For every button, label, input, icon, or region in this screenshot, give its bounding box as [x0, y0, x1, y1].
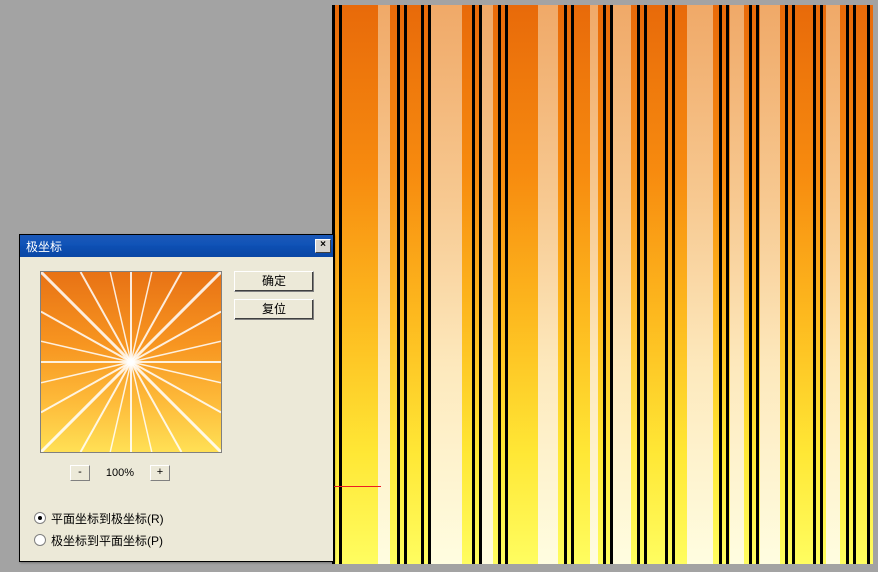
black-stripe: [644, 5, 647, 564]
black-stripe: [756, 5, 759, 564]
black-stripe: [726, 5, 729, 564]
black-stripe: [637, 5, 640, 564]
light-stripe: [430, 5, 462, 564]
ok-button[interactable]: 确定: [234, 271, 314, 292]
zoom-out-button[interactable]: -: [70, 465, 90, 481]
light-stripe: [730, 5, 744, 564]
black-stripe: [397, 5, 400, 564]
black-stripe: [792, 5, 795, 564]
black-stripe: [610, 5, 613, 564]
zoom-in-button[interactable]: +: [150, 465, 170, 481]
black-stripe: [846, 5, 849, 564]
black-stripe: [672, 5, 675, 564]
polar-coordinates-dialog: 极坐标 ×: [19, 234, 334, 562]
reset-button[interactable]: 复位: [234, 299, 314, 320]
light-stripe: [590, 5, 598, 564]
black-stripe: [853, 5, 856, 564]
light-stripe: [538, 5, 558, 564]
black-stripe: [498, 5, 501, 564]
black-stripe: [820, 5, 823, 564]
conversion-options: 平面坐标到极坐标(R) 极坐标到平面坐标(P): [34, 507, 164, 551]
black-stripe: [785, 5, 788, 564]
light-stripe: [378, 5, 390, 564]
dialog-title: 极坐标: [26, 238, 62, 255]
radio-label: 平面坐标到极坐标(R): [51, 510, 164, 527]
close-button[interactable]: ×: [315, 239, 331, 253]
black-stripe: [813, 5, 816, 564]
black-stripe: [421, 5, 424, 564]
light-stripe: [687, 5, 713, 564]
light-stripe: [481, 5, 493, 564]
zoom-controls: - 100% +: [70, 465, 170, 481]
preview-sunburst: [41, 272, 221, 452]
dialog-titlebar[interactable]: 极坐标 ×: [20, 235, 333, 257]
canvas-image: [332, 5, 873, 564]
filter-preview[interactable]: [40, 271, 222, 453]
light-stripe: [826, 5, 840, 564]
radio-polar-to-rect[interactable]: 极坐标到平面坐标(P): [34, 529, 164, 551]
black-stripe: [428, 5, 431, 564]
dialog-body: - 100% + 确定 复位 平面坐标到极坐标(R) 极坐标到平面坐标(P): [20, 257, 333, 561]
radio-rect-to-polar[interactable]: 平面坐标到极坐标(R): [34, 507, 164, 529]
radio-indicator: [34, 512, 46, 524]
black-stripe: [749, 5, 752, 564]
zoom-value: 100%: [100, 467, 140, 479]
black-stripe: [505, 5, 508, 564]
light-stripe: [613, 5, 631, 564]
black-stripe: [719, 5, 722, 564]
black-stripe: [564, 5, 567, 564]
black-stripe: [571, 5, 574, 564]
black-stripe: [472, 5, 475, 564]
black-stripe: [404, 5, 407, 564]
light-stripe: [760, 5, 780, 564]
black-stripe: [867, 5, 870, 564]
black-stripe: [603, 5, 606, 564]
black-stripe: [665, 5, 668, 564]
radio-indicator: [34, 534, 46, 546]
black-stripe: [479, 5, 482, 564]
black-stripe: [339, 5, 342, 564]
radio-label: 极坐标到平面坐标(P): [51, 532, 163, 549]
